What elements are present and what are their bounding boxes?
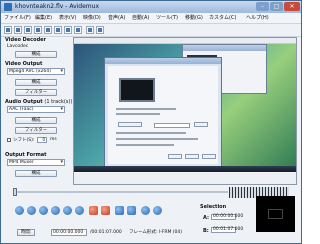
previous-frame-icon[interactable] — [39, 206, 48, 215]
marker-b-field: 00:01:07.000 — [211, 227, 244, 233]
output-display-icon[interactable] — [96, 26, 104, 34]
minimize-button[interactable]: – — [256, 2, 269, 11]
output-preview-box — [256, 196, 295, 232]
selection-title: Selection — [200, 204, 227, 210]
video-filter-button[interactable]: フィルター — [15, 89, 57, 96]
next-keyframe-icon[interactable] — [75, 206, 84, 215]
menu-tools[interactable]: ツール(T) — [156, 13, 178, 23]
menu-edit[interactable]: 編集(E) — [35, 13, 52, 23]
shift-checkbox[interactable] — [7, 138, 11, 142]
redo-icon[interactable] — [74, 26, 82, 34]
timeline-track[interactable] — [15, 191, 228, 193]
play-icon[interactable] — [15, 206, 24, 215]
snapshot-icon[interactable] — [44, 26, 52, 34]
menu-audio[interactable]: 音声(A) — [108, 13, 125, 23]
audio-filter-button[interactable]: フィルター — [15, 127, 57, 134]
undo-icon[interactable] — [64, 26, 72, 34]
info-icon[interactable] — [14, 26, 22, 34]
preview-icon[interactable] — [86, 26, 94, 34]
menu-auto[interactable]: 自動(A) — [132, 13, 149, 23]
shift-value-input[interactable]: 0 — [37, 137, 47, 143]
time-button[interactable]: 時間: — [17, 229, 35, 236]
timeline-area — [9, 187, 297, 203]
window-title: khovnteakn2.flv - Avidemux — [15, 3, 100, 10]
video-decoder-config-button[interactable]: 構成 — [15, 51, 57, 58]
menu-bar: ファイル(F) 編集(E) 表示(V) 映像(D) 音声(A) 自動(A) ツー… — [1, 13, 301, 24]
marker-a-field: 00:00:00.000 — [211, 214, 244, 220]
menu-view[interactable]: 表示(V) — [59, 13, 76, 23]
next-black-frame-icon[interactable] — [127, 206, 136, 215]
settings-sidebar: Video Decoder Lavcodec 構成 Video Output M… — [3, 37, 73, 188]
next-frame-icon[interactable] — [51, 206, 60, 215]
maximize-button[interactable]: □ — [270, 2, 283, 11]
timeline-thumb[interactable] — [13, 188, 17, 196]
set-marker-a-icon[interactable] — [89, 206, 98, 215]
shift-label: シフト(S): — [13, 138, 35, 143]
set-marker-b-icon[interactable] — [101, 206, 110, 215]
output-format-select[interactable]: MP4 Muxer — [7, 159, 65, 166]
app-icon — [4, 3, 12, 11]
avidemux-window: khovnteakn2.flv - Avidemux – □ ✕ ファイル(F)… — [0, 0, 302, 244]
previous-keyframe-icon[interactable] — [63, 206, 72, 215]
menu-help[interactable]: ヘルプ(H) — [246, 13, 269, 23]
audio-config-button[interactable]: 構成 — [15, 117, 57, 124]
save-icon[interactable] — [24, 26, 32, 34]
current-time-field[interactable]: 00:00:00.000 — [51, 229, 87, 236]
first-frame-icon[interactable] — [141, 206, 150, 215]
menu-video[interactable]: 映像(D) — [83, 13, 101, 23]
shift-unit: ms — [50, 137, 57, 142]
last-frame-icon[interactable] — [153, 206, 162, 215]
preview-inner-timeline — [74, 173, 296, 184]
copy-icon[interactable] — [54, 26, 62, 34]
title-bar[interactable]: khovnteakn2.flv - Avidemux – □ ✕ — [1, 1, 301, 13]
total-time: /00:01:07.000 — [90, 230, 122, 235]
menu-file[interactable]: ファイル(F) — [4, 13, 31, 23]
calculator-icon[interactable] — [34, 26, 42, 34]
open-icon[interactable] — [4, 26, 12, 34]
marker-b-label: B: — [203, 228, 209, 234]
menu-go[interactable]: 移動(G) — [185, 13, 203, 23]
video-decoder-title: Video Decoder — [5, 37, 47, 43]
video-preview — [73, 37, 297, 185]
frame-type: フレーム形式: I-FRM (04) — [129, 230, 183, 235]
decoder-codec-label: Lavcodec — [7, 44, 29, 49]
toolbar — [1, 24, 301, 37]
close-button[interactable]: ✕ — [284, 2, 300, 11]
audio-codec-select[interactable]: AAC (Faac) — [7, 106, 65, 113]
playback-controls: 時間: 00:00:00.000 /00:01:07.000 フレーム形式: I… — [1, 196, 301, 243]
video-output-title: Video Output — [5, 61, 43, 67]
previous-black-frame-icon[interactable] — [115, 206, 124, 215]
video-codec-select[interactable]: Mpeg4 AVC (x264) — [7, 68, 65, 75]
menu-custom[interactable]: カスタム(C) — [209, 13, 236, 23]
format-config-button[interactable]: 構成 — [15, 170, 57, 177]
screen-thumbnail — [119, 78, 155, 102]
audio-output-title: Audio Output (1 track(s)) — [5, 99, 73, 105]
preview-taskbar — [74, 166, 296, 172]
marker-a-label: A: — [203, 215, 209, 221]
stop-icon[interactable] — [27, 206, 36, 215]
video-config-button[interactable]: 構成 — [15, 79, 57, 86]
output-format-title: Output Format — [5, 152, 47, 158]
preview-dialog — [104, 57, 222, 170]
